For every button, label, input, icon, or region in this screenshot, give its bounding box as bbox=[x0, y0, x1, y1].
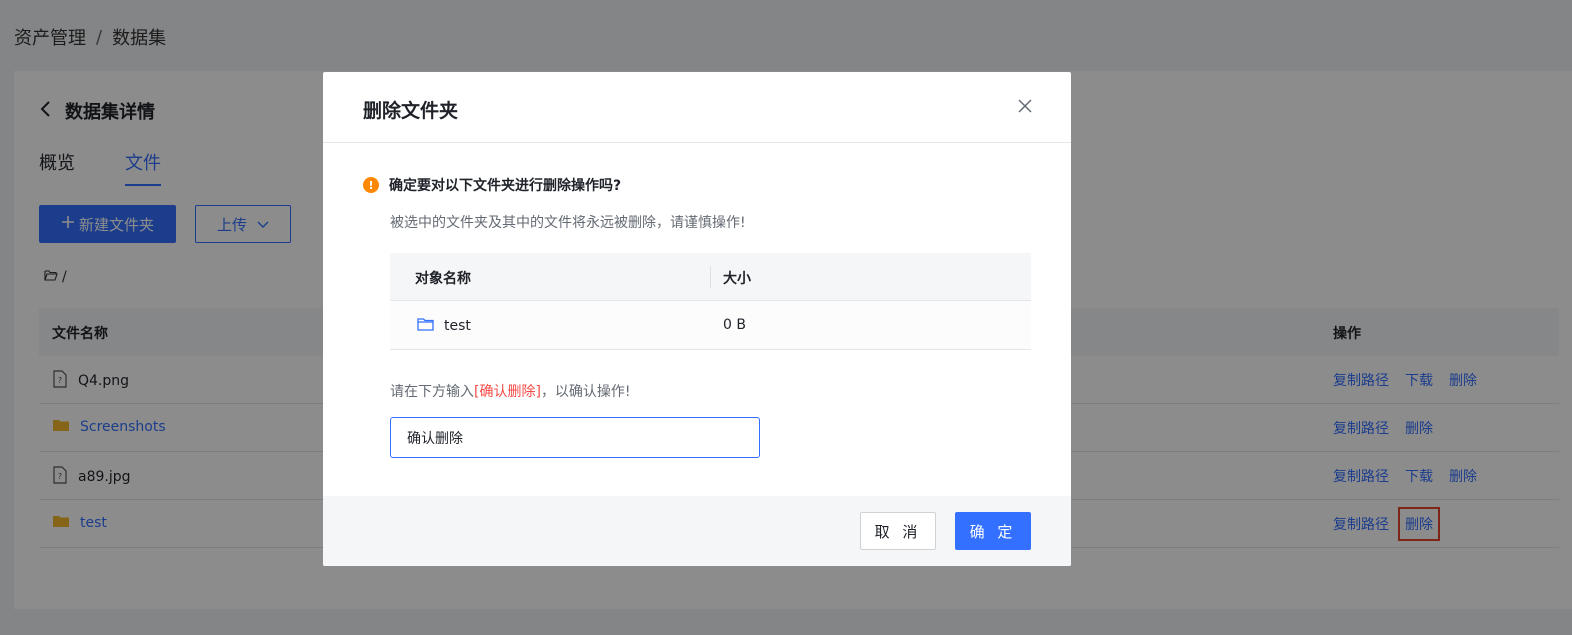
confirm-text-input[interactable] bbox=[390, 417, 760, 458]
warning-title: 确定要对以下文件夹进行删除操作吗? bbox=[389, 178, 622, 194]
prompt-keyword: [确认删除] bbox=[474, 384, 541, 400]
dialog-header: 删除文件夹 bbox=[323, 72, 1071, 143]
prompt-suffix: ，以确认操作! bbox=[540, 384, 631, 400]
object-size: 0 B bbox=[723, 317, 746, 333]
dialog-title: 删除文件夹 bbox=[363, 100, 459, 122]
dialog-footer: 取 消 确 定 bbox=[323, 496, 1071, 566]
col-object-name: 对象名称 bbox=[415, 271, 471, 287]
warning-description: 被选中的文件夹及其中的文件将永远被删除，请谨慎操作! bbox=[390, 215, 746, 231]
object-name: test bbox=[444, 318, 471, 334]
table-row: test 0 B bbox=[390, 301, 1031, 350]
column-divider bbox=[710, 266, 711, 288]
delete-folder-dialog: 删除文件夹 ! 确定要对以下文件夹进行删除操作吗? 被选中的文件夹及其中的文件将… bbox=[323, 72, 1071, 566]
col-size: 大小 bbox=[723, 271, 751, 287]
objects-table-header: 对象名称 大小 bbox=[390, 253, 1031, 301]
confirm-prompt: 请在下方输入[确认删除]，以确认操作! bbox=[390, 381, 631, 401]
warning-line: ! 确定要对以下文件夹进行删除操作吗? bbox=[363, 175, 621, 195]
prompt-prefix: 请在下方输入 bbox=[390, 384, 474, 400]
cancel-button[interactable]: 取 消 bbox=[860, 512, 936, 550]
objects-table: 对象名称 大小 test 0 B bbox=[390, 253, 1031, 350]
folder-outline-icon bbox=[417, 317, 434, 335]
confirm-button[interactable]: 确 定 bbox=[955, 512, 1031, 550]
close-icon[interactable] bbox=[1017, 94, 1033, 118]
exclamation-icon: ! bbox=[363, 177, 379, 193]
object-name-cell: test bbox=[417, 317, 471, 335]
